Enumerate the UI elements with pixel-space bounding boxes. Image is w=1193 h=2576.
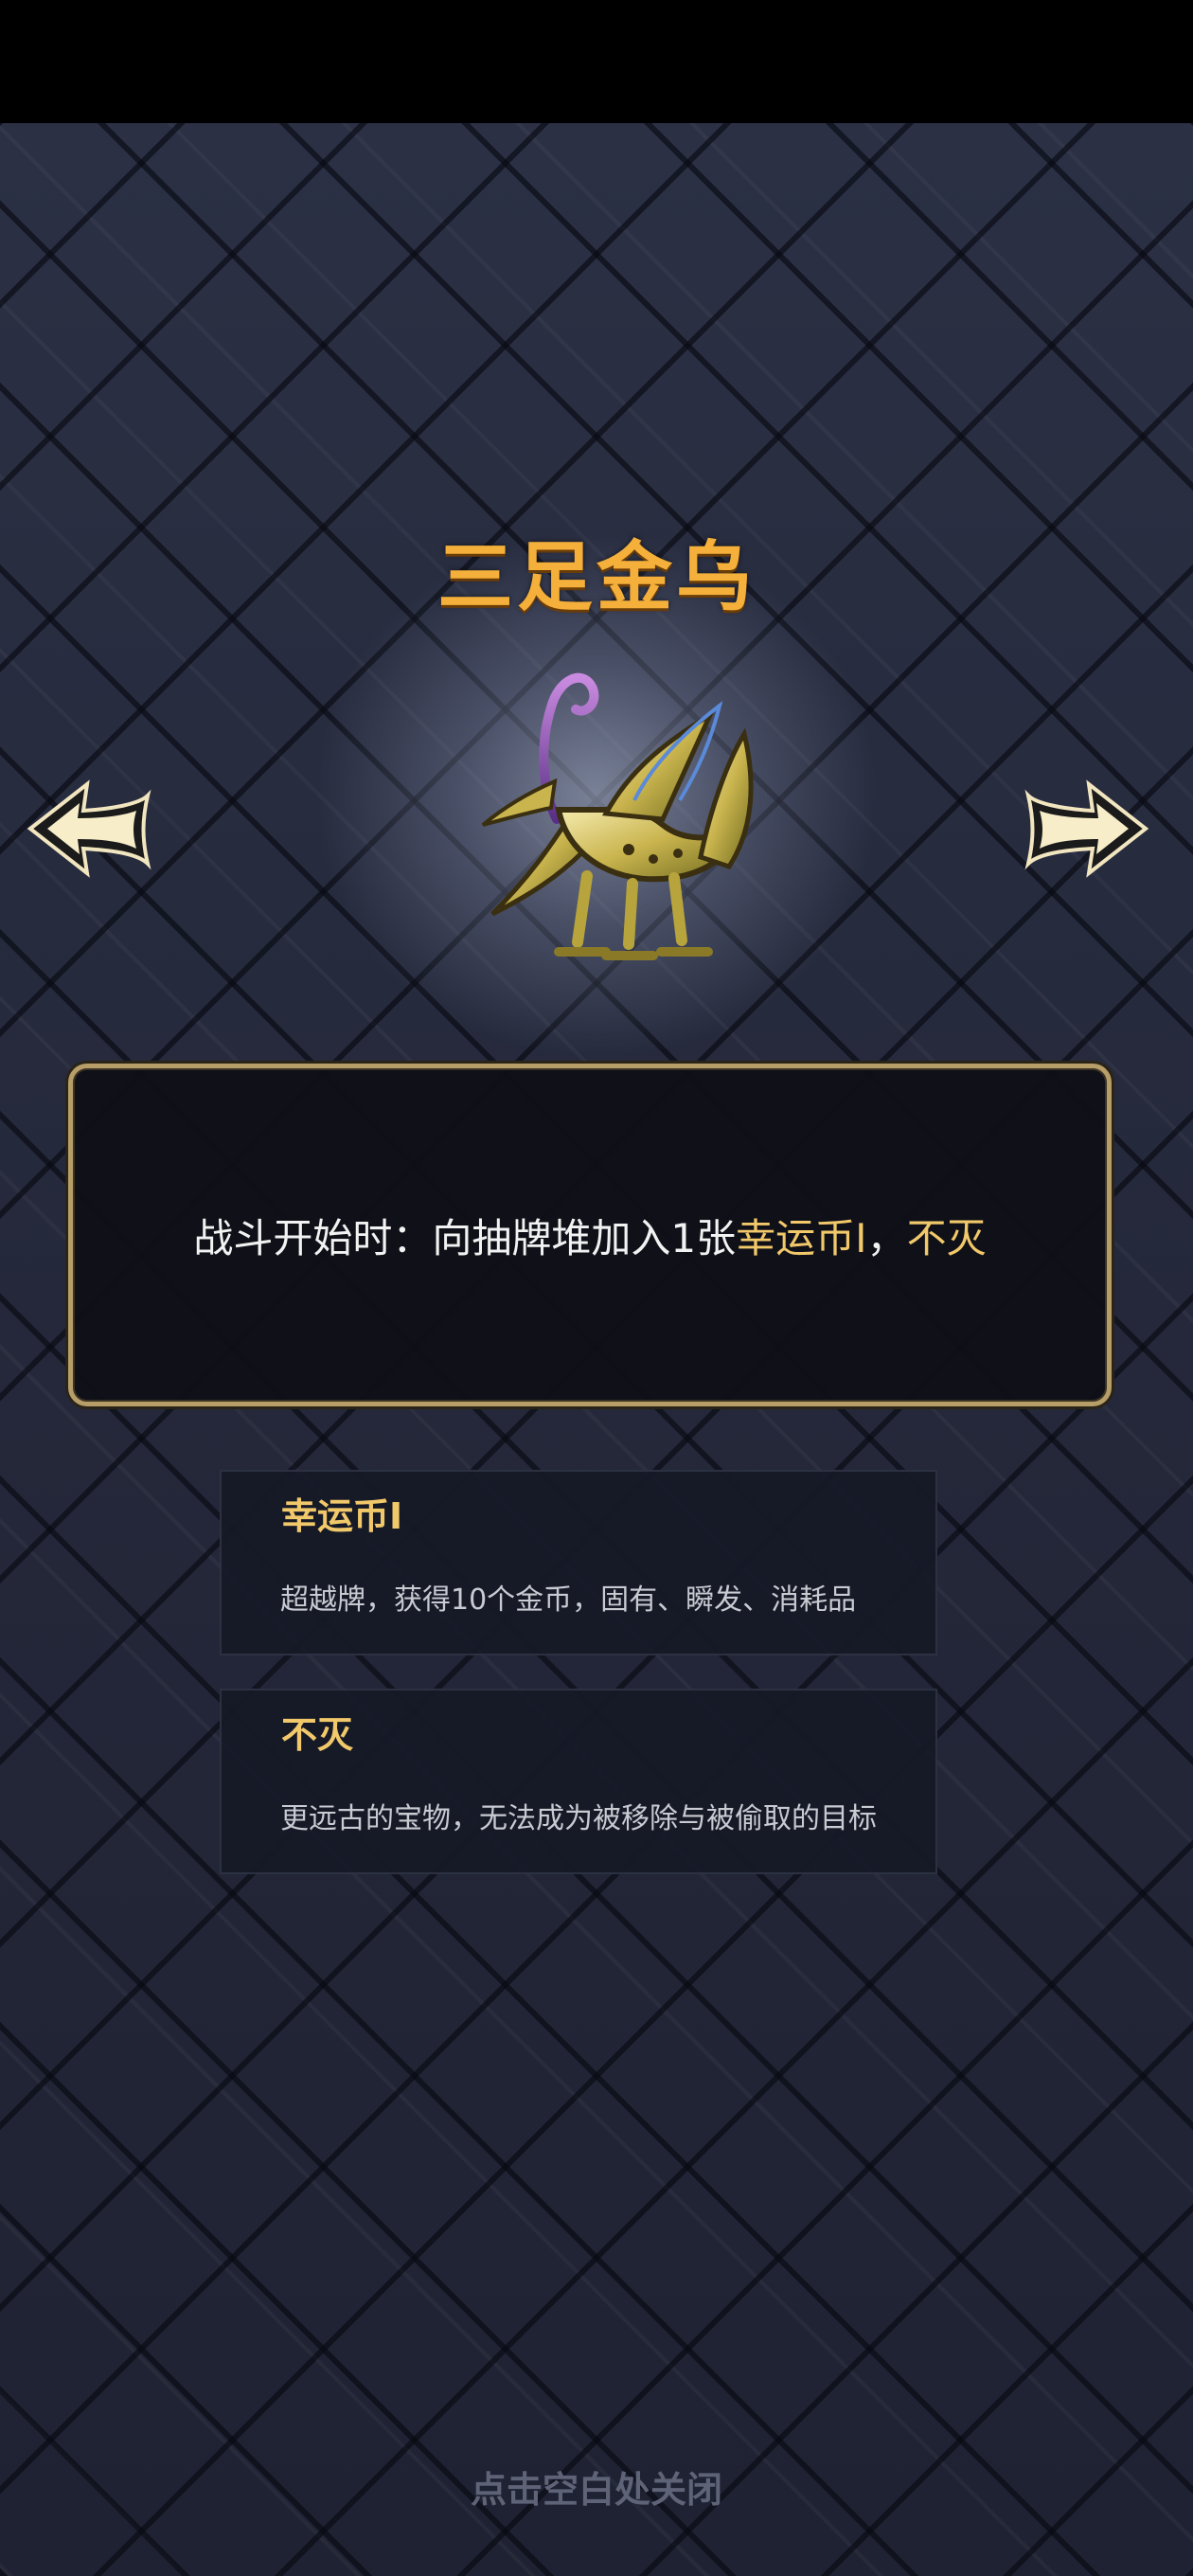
description-prefix: 战斗开始时：向抽牌堆加入1张 [193, 1214, 737, 1261]
three-legged-golden-crow-icon [481, 672, 754, 960]
tap-blank-to-close-hint[interactable]: 点击空白处关闭 [0, 2460, 1193, 2513]
keyword-link-lucky-coin[interactable]: 幸运币I [736, 1215, 866, 1261]
keyword-card-indestructible: 不灭 更远古的宝物，无法成为被移除与被偷取的目标 [220, 1689, 937, 1874]
prev-relic-arrow-icon[interactable] [21, 777, 153, 881]
next-relic-arrow-icon[interactable] [1023, 777, 1155, 881]
relic-description: 战斗开始时：向抽牌堆加入1张幸运币I，不灭 [193, 1207, 986, 1264]
relic-description-panel: 战斗开始时：向抽牌堆加入1张幸运币I，不灭 [68, 1064, 1112, 1406]
keyword-description: 超越牌，获得10个金币，固有、瞬发、消耗品 [280, 1583, 857, 1617]
keyword-title: 不灭 [281, 1714, 354, 1756]
keyword-card-lucky-coin: 幸运币I 超越牌，获得10个金币，固有、瞬发、消耗品 [220, 1470, 937, 1655]
keyword-title: 幸运币I [281, 1495, 403, 1537]
keyword-description: 更远古的宝物，无法成为被移除与被偷取的目标 [280, 1802, 877, 1835]
status-bar [0, 0, 1193, 123]
relic-title: 三足金乌 [437, 533, 756, 621]
description-separator: ， [866, 1214, 907, 1261]
keyword-link-indestructible[interactable]: 不灭 [907, 1215, 987, 1261]
relic-detail-screen[interactable]: 三足金乌 战斗开始时：向抽牌堆加入1张幸运币I，不灭 幸运币I 超越牌，获得10… [0, 0, 1193, 2576]
